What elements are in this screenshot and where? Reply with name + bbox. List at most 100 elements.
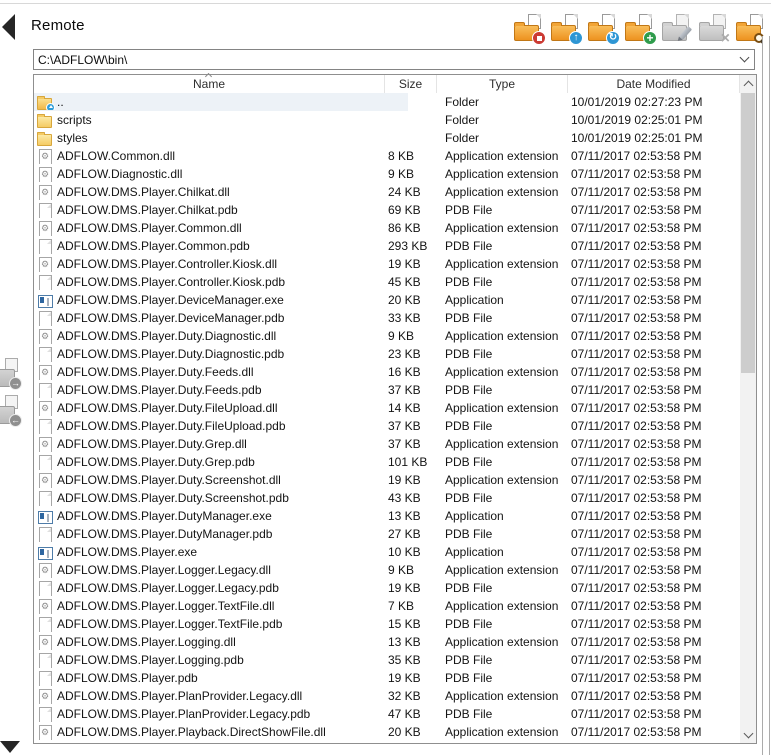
file-row[interactable]: ADFLOW.DMS.Player.Chilkat.dll 24 KB Applic… [34,183,740,201]
file-name: ADFLOW.DMS.Player.pdb [57,671,198,685]
pdb-icon [37,310,53,326]
collapse-bottom-arrow-icon[interactable] [0,741,20,753]
file-row[interactable]: ADFLOW.DMS.Player.Logger.TextFile.pdb 15 … [34,615,740,633]
file-type: Application extension [445,149,559,163]
refresh-button[interactable] [588,14,620,45]
file-name: ADFLOW.DMS.Player.DutyManager.exe [57,509,272,523]
file-row[interactable]: styles Folder 10/01/2019 02:25:01 PM [34,129,740,147]
file-date: 07/11/2017 02:53:58 PM [571,419,702,433]
name-cell: ADFLOW.DMS.Player.pdb [34,670,385,686]
exe-icon [37,293,53,308]
file-type: Application extension [445,473,559,487]
file-type: PDB File [445,653,493,667]
file-row[interactable]: ADFLOW.DMS.Player.Duty.FileUpload.dll 14 … [34,399,740,417]
transfer-left-button[interactable]: ← [0,395,23,427]
file-size: 7 KB [388,599,415,613]
file-row[interactable]: ADFLOW.DMS.Player.PlanProvider.Legacy.dl… [34,687,740,705]
file-row-partial[interactable] [34,741,740,743]
file-size: 45 KB [388,275,421,289]
file-row[interactable]: ADFLOW.DMS.Player.Common.pdb 293 KB PDB Fi… [34,237,740,255]
file-type: PDB File [445,671,493,685]
file-type: Folder [445,95,480,109]
vertical-scrollbar[interactable] [740,75,756,743]
file-row[interactable]: ADFLOW.DMS.Player.Logger.Legacy.dll 9 KB A… [34,561,740,579]
file-date: 07/11/2017 02:53:58 PM [571,581,702,595]
file-type: Application extension [445,437,559,451]
name-cell: ADFLOW.Common.dll [34,148,385,164]
column-header-date-modified[interactable]: Date Modified [568,75,740,93]
name-cell: scripts [34,113,385,128]
file-row[interactable]: ADFLOW.DMS.Player.Logger.TextFile.dll 7 K… [34,597,740,615]
file-type: PDB File [445,203,493,217]
file-row[interactable]: ADFLOW.DMS.Player.Duty.Screenshot.pdb 43 … [34,489,740,507]
file-size: 20 KB [388,725,421,739]
name-cell: ADFLOW.Diagnostic.dll [34,166,385,182]
name-cell: ADFLOW.DMS.Player.Controller.Kiosk.pdb [34,274,385,290]
file-row[interactable]: .. Folder 10/01/2019 02:27:23 PM [34,93,740,111]
file-type: PDB File [445,617,493,631]
file-row[interactable]: ADFLOW.DMS.Player.Logging.pdb 35 KB PDB Fi… [34,651,740,669]
file-row[interactable]: ADFLOW.DMS.Player.Duty.Grep.pdb 101 KB PDB… [34,453,740,471]
scrollbar-thumb[interactable] [741,93,755,373]
file-row[interactable]: ADFLOW.DMS.Player.Duty.Diagnostic.pdb 23 … [34,345,740,363]
file-row[interactable]: ADFLOW.DMS.Player.Duty.Diagnostic.dll 9 K… [34,327,740,345]
file-row[interactable]: ADFLOW.DMS.Player.DutyManager.pdb 27 KB PD… [34,525,740,543]
file-row[interactable]: ADFLOW.DMS.Player.Duty.Screenshot.dll 19 … [34,471,740,489]
file-name: ADFLOW.DMS.Player.PlanProvider.Legacy.dl… [57,689,303,703]
pdb-icon [37,238,53,254]
file-row[interactable]: ADFLOW.DMS.Player.Duty.Feeds.pdb 37 KB PDB… [34,381,740,399]
file-row[interactable]: ADFLOW.DMS.Player.Playback.DirectShowFil… [34,723,740,741]
path-combobox[interactable]: C:\ADFLOW\bin\ [33,49,755,70]
name-cell: styles [34,131,385,146]
upload-button[interactable] [551,14,583,45]
file-row[interactable]: ADFLOW.DMS.Player.Controller.Kiosk.pdb 45… [34,273,740,291]
file-row[interactable]: ADFLOW.DMS.Player.exe 10 KB Application 07/… [34,543,740,561]
file-type: PDB File [445,581,493,595]
file-row[interactable]: ADFLOW.DMS.Player.Duty.FileUpload.pdb 37 … [34,417,740,435]
name-cell: ADFLOW.DMS.Player.PlanProvider.Legacy.dl… [34,688,385,704]
new-folder-button[interactable] [625,14,657,45]
file-row[interactable]: ADFLOW.DMS.Player.DeviceManager.pdb 33 KB… [34,309,740,327]
file-row[interactable]: ADFLOW.Common.dll 8 KB Application extensi… [34,147,740,165]
column-header-name[interactable]: Name [34,75,385,93]
file-date: 07/11/2017 02:53:58 PM [571,203,702,217]
file-row[interactable]: ADFLOW.DMS.Player.PlanProvider.Legacy.pd… [34,705,740,723]
file-row[interactable]: ADFLOW.DMS.Player.Logger.Legacy.pdb 19 KB… [34,579,740,597]
exe-icon [37,545,53,560]
panel-splitter[interactable] [762,36,770,755]
pdb-icon [37,382,53,398]
column-header-size[interactable]: Size [385,75,437,93]
abort-transfer-button[interactable] [514,14,546,45]
file-type: Application extension [445,185,559,199]
file-row[interactable]: ADFLOW.DMS.Player.pdb 19 KB PDB File 07/11/… [34,669,740,687]
file-row[interactable]: ADFLOW.DMS.Player.Duty.Grep.dll 37 KB Appl… [34,435,740,453]
collapse-panel-arrow-icon[interactable] [2,14,15,40]
pane-title: Remote [31,17,85,34]
file-size: 37 KB [388,437,421,451]
file-size: 101 KB [388,455,428,469]
file-date: 07/11/2017 02:53:58 PM [571,599,702,613]
file-row[interactable]: ADFLOW.DMS.Player.DutyManager.exe 13 KB Ap… [34,507,740,525]
file-type: Application extension [445,563,559,577]
file-type: Application [445,293,504,307]
combobox-dropdown-button[interactable] [734,52,754,63]
file-row[interactable]: ADFLOW.Diagnostic.dll 9 KB Application ext… [34,165,740,183]
transfer-right-button[interactable]: → [0,358,23,390]
scroll-up-button[interactable] [740,75,756,92]
file-row[interactable]: scripts Folder 10/01/2019 02:25:01 PM [34,111,740,129]
scroll-down-button[interactable] [740,726,756,743]
file-row[interactable]: ADFLOW.DMS.Player.Duty.Feeds.dll 16 KB App… [34,363,740,381]
up-badge-icon [569,31,583,45]
name-cell: ADFLOW.DMS.Player.exe [34,545,385,560]
list-header: Name Size Type Date Modified [34,72,756,93]
rename-button [662,14,693,43]
file-row[interactable]: ADFLOW.DMS.Player.Common.dll 86 KB Applica… [34,219,740,237]
file-date: 10/01/2019 02:27:23 PM [571,95,703,109]
file-row[interactable]: ADFLOW.DMS.Player.DeviceManager.exe 20 KB… [34,291,740,309]
name-cell: ADFLOW.DMS.Player.DeviceManager.exe [34,293,385,308]
name-cell: ADFLOW.DMS.Player.Logger.TextFile.pdb [34,616,385,632]
column-header-type[interactable]: Type [437,75,568,93]
file-row[interactable]: ADFLOW.DMS.Player.Chilkat.pdb 69 KB PDB Fi… [34,201,740,219]
file-row[interactable]: ADFLOW.DMS.Player.Controller.Kiosk.dll 19… [34,255,740,273]
file-row[interactable]: ADFLOW.DMS.Player.Logging.dll 13 KB Applic… [34,633,740,651]
